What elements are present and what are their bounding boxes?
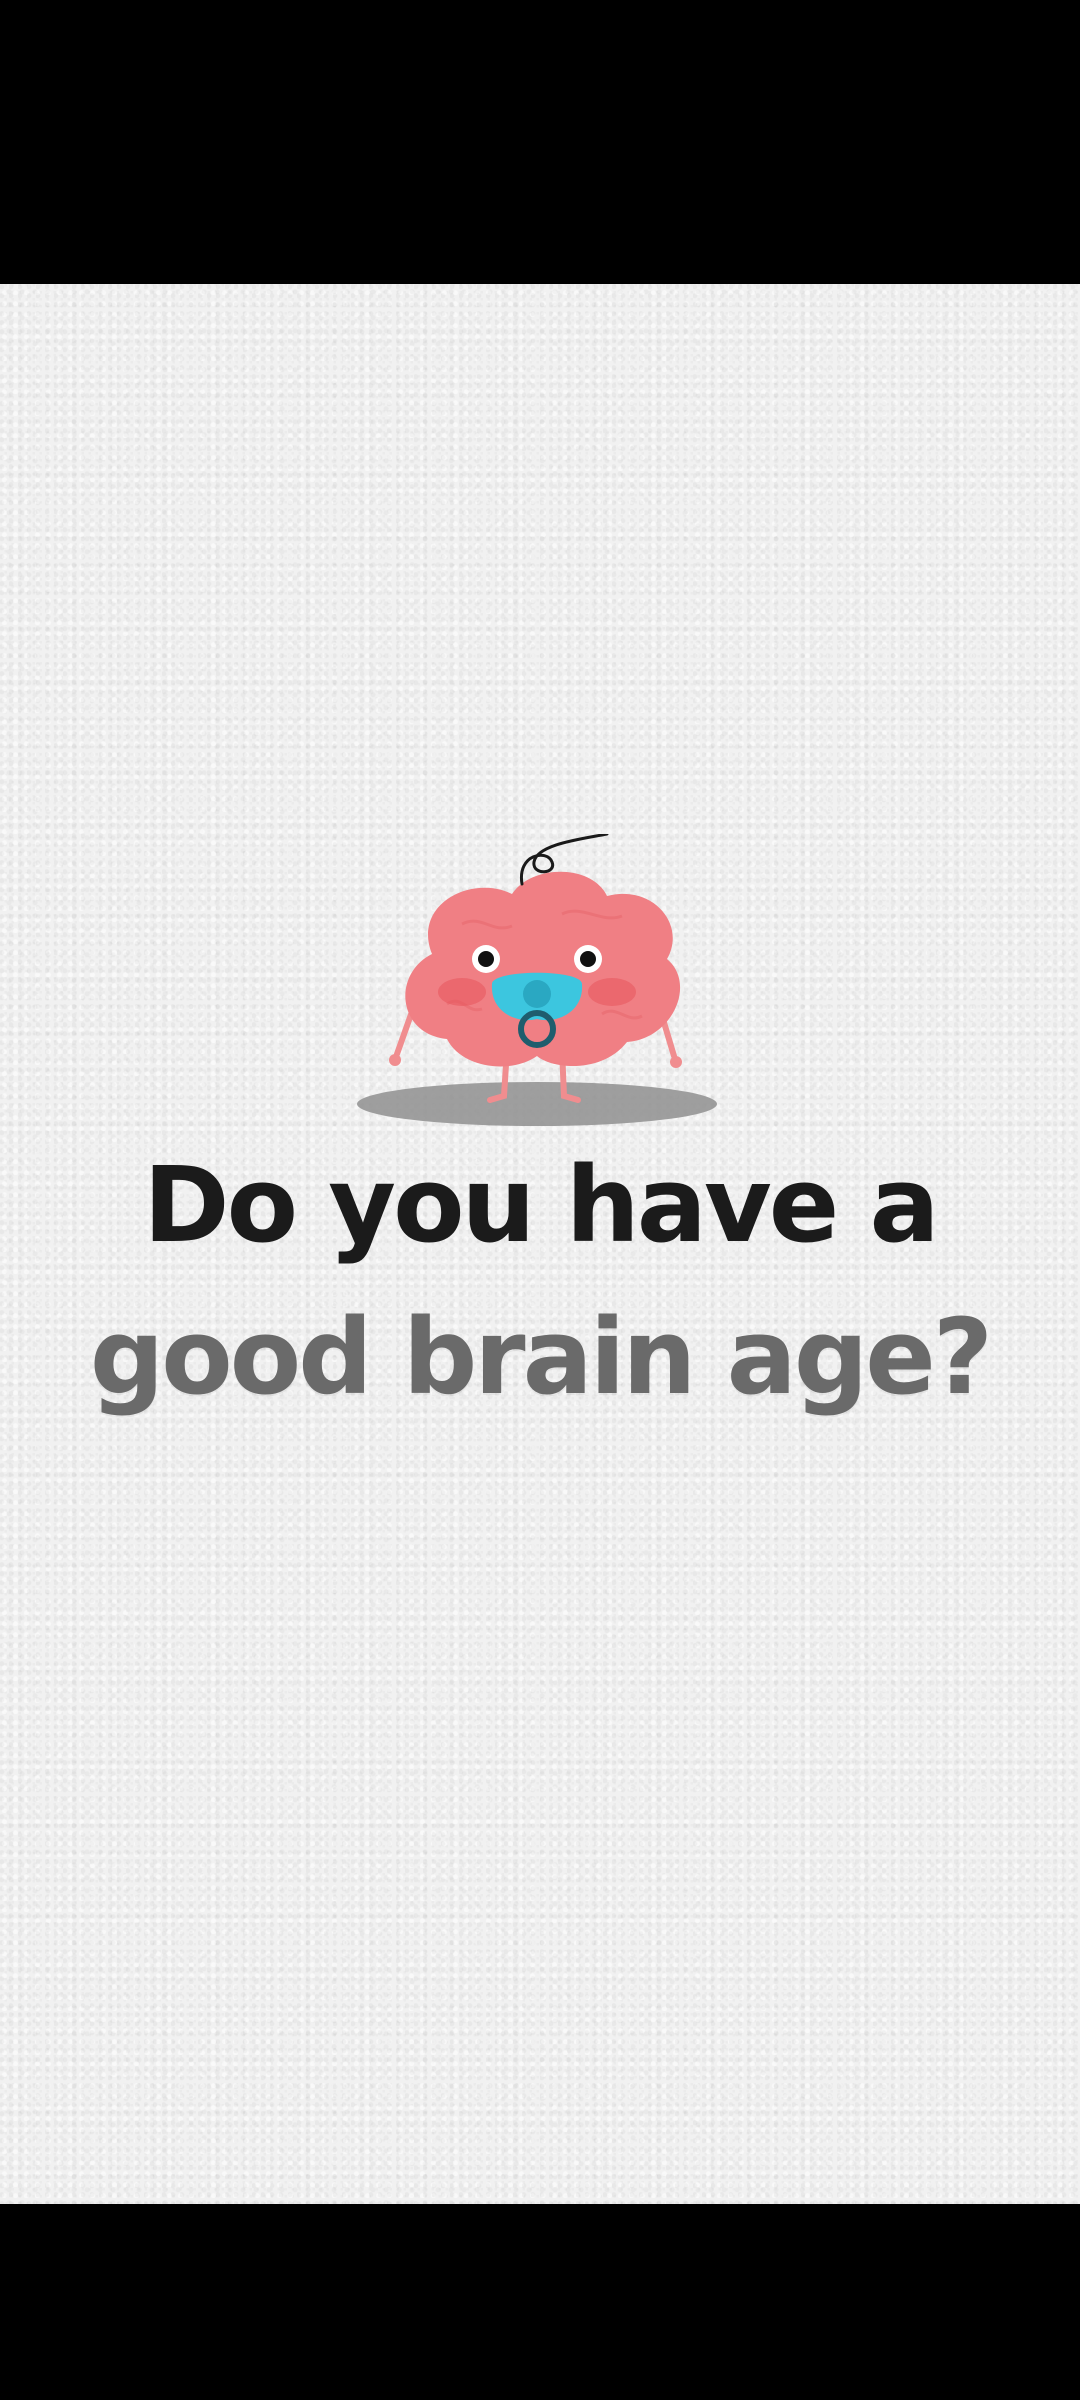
left-cheek <box>438 978 486 1006</box>
baby-brain-icon <box>357 834 717 1126</box>
bottom-letterbox <box>0 2204 1080 2400</box>
brain-body <box>405 871 681 1067</box>
headline-line-1: Do you have a <box>143 1144 939 1266</box>
video-frame[interactable]: Do you have a good brain age? <box>0 284 1080 2204</box>
top-letterbox <box>0 0 1080 284</box>
mascot-shadow <box>357 1082 717 1126</box>
headline-line-2: good brain age? <box>89 1296 993 1418</box>
screen: Do you have a good brain age? <box>0 0 1080 2400</box>
right-cheek <box>588 978 636 1006</box>
